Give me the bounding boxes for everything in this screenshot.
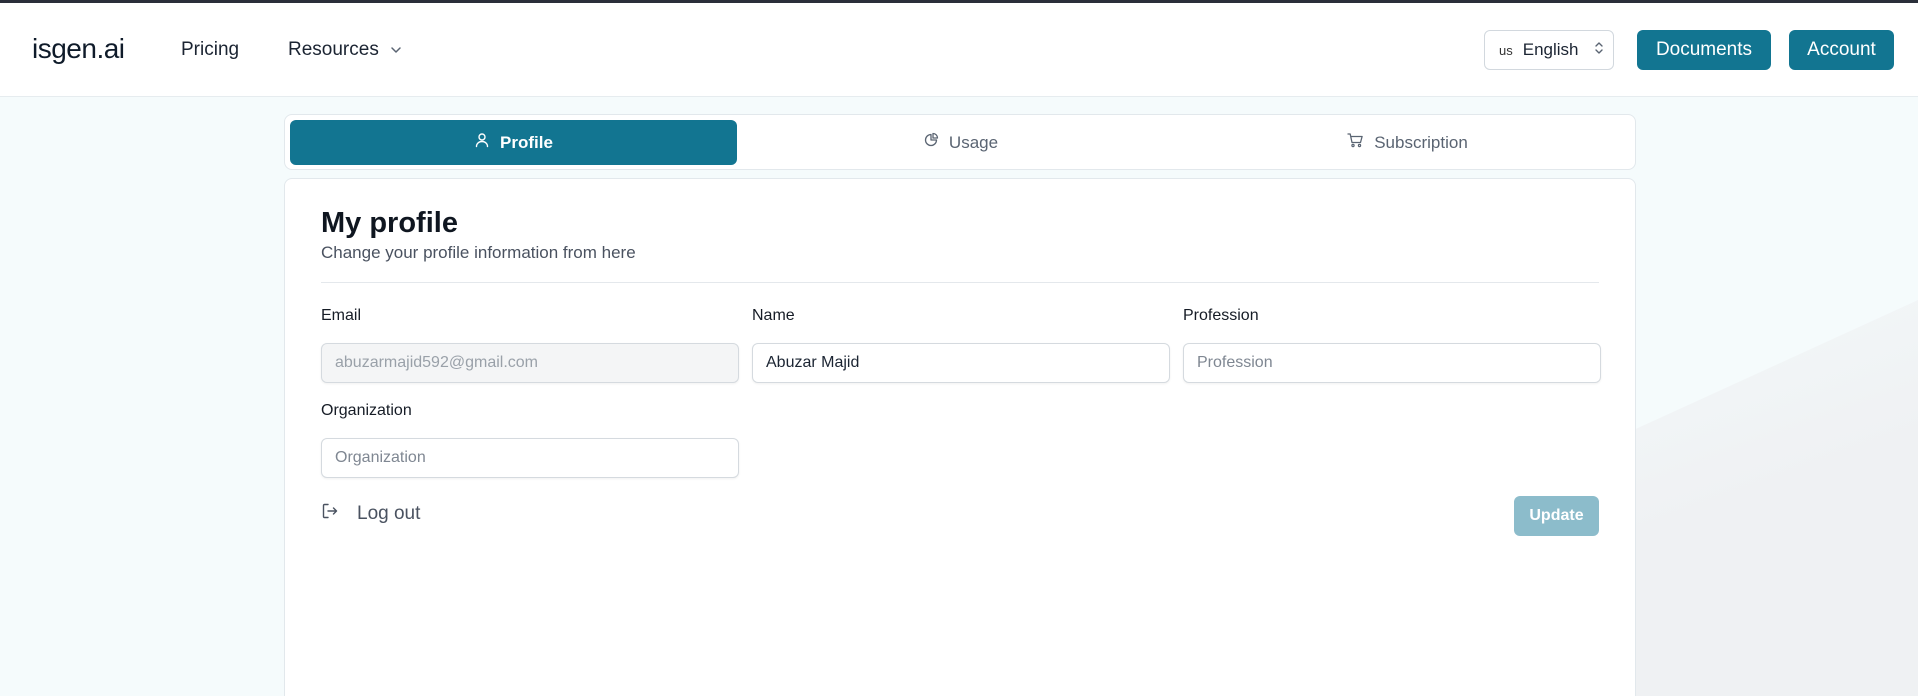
- tab-usage[interactable]: Usage: [737, 120, 1184, 165]
- name-label: Name: [752, 307, 795, 324]
- profession-label: Profession: [1183, 307, 1259, 324]
- tab-profile[interactable]: Profile: [290, 120, 737, 165]
- tab-subscription-label: Subscription: [1374, 132, 1468, 152]
- logout-button[interactable]: Log out: [321, 502, 420, 526]
- logout-icon: [321, 502, 339, 526]
- language-select[interactable]: us English: [1484, 30, 1614, 70]
- logo[interactable]: isgen.ai: [32, 33, 125, 65]
- cart-icon: [1347, 132, 1364, 153]
- update-button[interactable]: Update: [1514, 496, 1599, 536]
- nav-resources-dropdown[interactable]: Resources: [288, 39, 403, 61]
- documents-button[interactable]: Documents: [1637, 30, 1771, 70]
- email-field[interactable]: [321, 343, 739, 383]
- tab-profile-label: Profile: [500, 132, 553, 152]
- divider: [321, 282, 1599, 283]
- profile-card: My profile Change your profile informati…: [284, 178, 1636, 696]
- chevron-down-icon: [389, 43, 403, 57]
- email-label: Email: [321, 307, 362, 324]
- page-subtitle: Change your profile information from her…: [321, 243, 636, 262]
- nav-resources-label: Resources: [288, 39, 379, 60]
- tab-usage-label: Usage: [948, 132, 999, 152]
- page-title: My profile: [321, 207, 458, 239]
- pie-chart-icon: [923, 132, 939, 153]
- site-header: isgen.ai Pricing Resources us English Do…: [0, 3, 1918, 97]
- organization-label: Organization: [321, 402, 412, 419]
- profession-field[interactable]: [1183, 343, 1601, 383]
- tab-subscription[interactable]: Subscription: [1184, 120, 1631, 165]
- organization-field[interactable]: [321, 438, 739, 478]
- chevron-up-down-icon: [1593, 40, 1605, 61]
- name-field[interactable]: [752, 343, 1170, 383]
- language-label: English: [1522, 40, 1579, 59]
- flag-icon: us: [1499, 42, 1513, 58]
- user-icon: [474, 132, 490, 153]
- logout-label: Log out: [357, 503, 421, 524]
- nav-pricing-link[interactable]: Pricing: [181, 39, 239, 61]
- profile-tabs: Profile Usage Subscription: [284, 114, 1636, 170]
- account-button[interactable]: Account: [1789, 30, 1894, 70]
